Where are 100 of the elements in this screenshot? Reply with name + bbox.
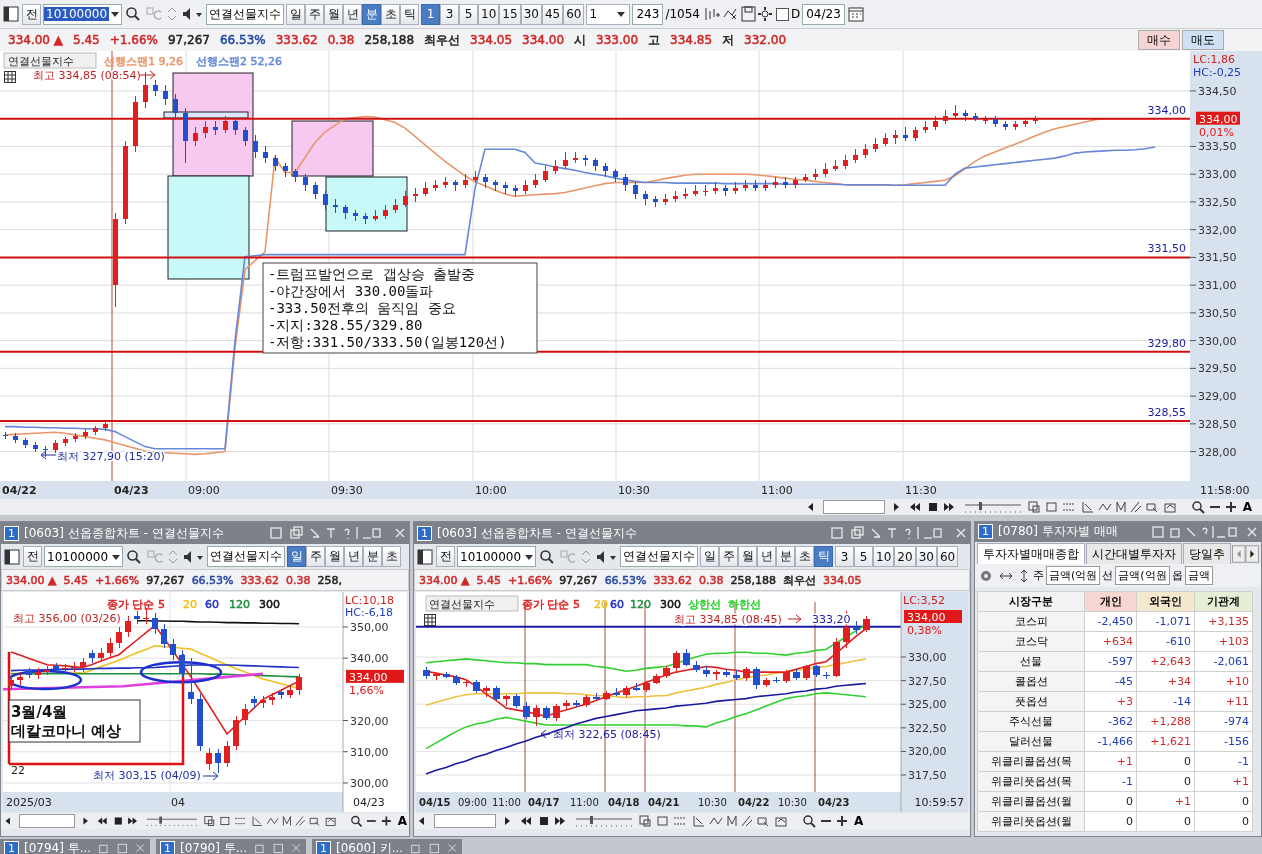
- high-note: 최고 334,85 (08:54): [33, 69, 141, 82]
- period-button[interactable]: 초: [382, 546, 402, 567]
- period-button[interactable]: 일: [286, 3, 306, 25]
- time-label: 11:00: [761, 484, 793, 497]
- note-line: -트럼프발언으로 갭상승 출발중: [268, 266, 476, 282]
- prefix-button[interactable]: 전: [436, 546, 455, 567]
- level-label: 329,80: [1147, 336, 1186, 350]
- period-button[interactable]: 10: [478, 3, 500, 25]
- tab[interactable]: 시간대별투자자: [1086, 543, 1182, 565]
- sell-button[interactable]: 매도: [1182, 30, 1224, 50]
- minimized-window[interactable]: 1 [0790] 투...: [156, 839, 306, 854]
- tab[interactable]: 투자자별매매종합: [977, 543, 1085, 565]
- period-button[interactable]: 60: [563, 3, 585, 25]
- price-tick: 317,50: [908, 769, 947, 782]
- period-button[interactable]: 월: [325, 546, 345, 567]
- period-button[interactable]: 분: [776, 546, 796, 567]
- quote-value: 333.62: [240, 573, 280, 587]
- tab[interactable]: 당일추: [1183, 543, 1231, 565]
- period-button[interactable]: 일: [287, 546, 307, 567]
- price-tick: 330,50: [1198, 306, 1237, 320]
- period-button[interactable]: 틱: [400, 3, 420, 25]
- hc-label: HC:-0,25: [1193, 66, 1242, 79]
- period-button[interactable]: 5: [459, 3, 479, 25]
- period-button[interactable]: 20: [894, 546, 916, 567]
- row-label: 선물: [977, 651, 1085, 672]
- period-button[interactable]: 년: [343, 3, 363, 25]
- font-button[interactable]: A: [395, 814, 409, 828]
- period-button[interactable]: 30: [520, 3, 542, 25]
- window-title: [0790] 투...: [180, 839, 248, 854]
- font-button[interactable]: A: [1240, 500, 1254, 514]
- row-label: 코스피: [977, 611, 1085, 632]
- price-tick: 350,00: [350, 620, 389, 634]
- note-line: 데칼코마니 예상: [11, 722, 122, 740]
- price-change-percent: 0,38%: [907, 624, 942, 637]
- row-label: 달러선물: [977, 731, 1085, 752]
- legend-label: 종가 단순 5: [522, 598, 580, 611]
- period-button[interactable]: 5: [854, 546, 874, 567]
- quote-value: 5.45: [63, 573, 88, 587]
- period-button[interactable]: 주: [719, 546, 739, 567]
- time-label: 04/23: [114, 484, 149, 497]
- count-select[interactable]: 1: [586, 3, 631, 25]
- code-field[interactable]: 10100000: [44, 546, 124, 567]
- price-tick: 331,00: [1198, 279, 1237, 293]
- symbol-name-field[interactable]: 연결선물지수: [206, 3, 285, 25]
- symbol-name-field[interactable]: 연결선물지수: [207, 546, 286, 567]
- legend-label: 120: [229, 598, 250, 611]
- code-field[interactable]: 10100000: [43, 3, 123, 25]
- period-button[interactable]: 일: [700, 546, 720, 567]
- legend-label: 20: [183, 598, 197, 611]
- filter-select[interactable]: 금액(억원: [1115, 566, 1170, 586]
- period-button[interactable]: 주: [306, 546, 326, 567]
- prefix-button[interactable]: 전: [23, 546, 42, 567]
- filter-select[interactable]: 금액(억원: [1046, 566, 1101, 586]
- period-button[interactable]: 분: [363, 546, 383, 567]
- d-label: D: [791, 7, 801, 21]
- count-field[interactable]: 243: [632, 3, 664, 25]
- price-change-percent: 0,01%: [1199, 125, 1234, 139]
- price-tick: 333,50: [1198, 140, 1237, 154]
- period-button[interactable]: 틱: [814, 546, 834, 567]
- lc-label: LC:1,86: [1193, 53, 1235, 66]
- period-button[interactable]: 30: [915, 546, 937, 567]
- period-button[interactable]: 년: [757, 546, 777, 567]
- period-button[interactable]: 분: [362, 3, 382, 25]
- date-field[interactable]: 04/23: [802, 3, 845, 25]
- period-button[interactable]: 45: [541, 3, 564, 25]
- quote-value: 333.62: [275, 33, 318, 47]
- period-button[interactable]: 1: [421, 3, 441, 25]
- period-button[interactable]: 주: [305, 3, 325, 25]
- prefix-button[interactable]: 전: [22, 3, 41, 25]
- period-button[interactable]: 3: [835, 546, 855, 567]
- quote-value: 334.00 ▲: [419, 573, 470, 587]
- minimized-window[interactable]: 1 [0794] 투...: [0, 839, 150, 854]
- window-title: [0780] 투자자별 매매: [998, 523, 1118, 541]
- period-button[interactable]: 년: [344, 546, 364, 567]
- time-label: 04/23: [353, 796, 385, 809]
- period-button[interactable]: 60: [936, 546, 959, 567]
- time-label: 10:30: [778, 797, 807, 808]
- code-field[interactable]: 10100000: [457, 546, 537, 567]
- period-button[interactable]: 15: [499, 3, 521, 25]
- legend-label: 60: [205, 598, 219, 611]
- symbol-name-field[interactable]: 연결선물지수: [620, 546, 699, 567]
- period-button[interactable]: 초: [795, 546, 815, 567]
- period-button[interactable]: 10: [873, 546, 895, 567]
- window-title: [0794] 투...: [24, 839, 92, 854]
- period-button[interactable]: 월: [324, 3, 344, 25]
- quote-value: 66.53%: [604, 573, 647, 587]
- filter-label: 주: [1033, 568, 1044, 584]
- period-button[interactable]: 초: [381, 3, 401, 25]
- minimized-window[interactable]: 1 [0600] 키...: [312, 839, 462, 854]
- period-button[interactable]: 월: [738, 546, 758, 567]
- period-button[interactable]: 3: [440, 3, 460, 25]
- row-label: 주식선물: [977, 711, 1085, 732]
- filter-select[interactable]: 금액: [1184, 566, 1213, 586]
- quote-value: 334.00: [522, 33, 565, 47]
- font-button[interactable]: A: [852, 814, 866, 828]
- quote-value: 66.53%: [191, 573, 234, 587]
- price-tick: 327,50: [908, 674, 947, 688]
- row-label: 위클리콜옵션(목: [977, 751, 1085, 772]
- buy-button[interactable]: 매수: [1138, 30, 1180, 50]
- window-badge: 1: [978, 524, 993, 540]
